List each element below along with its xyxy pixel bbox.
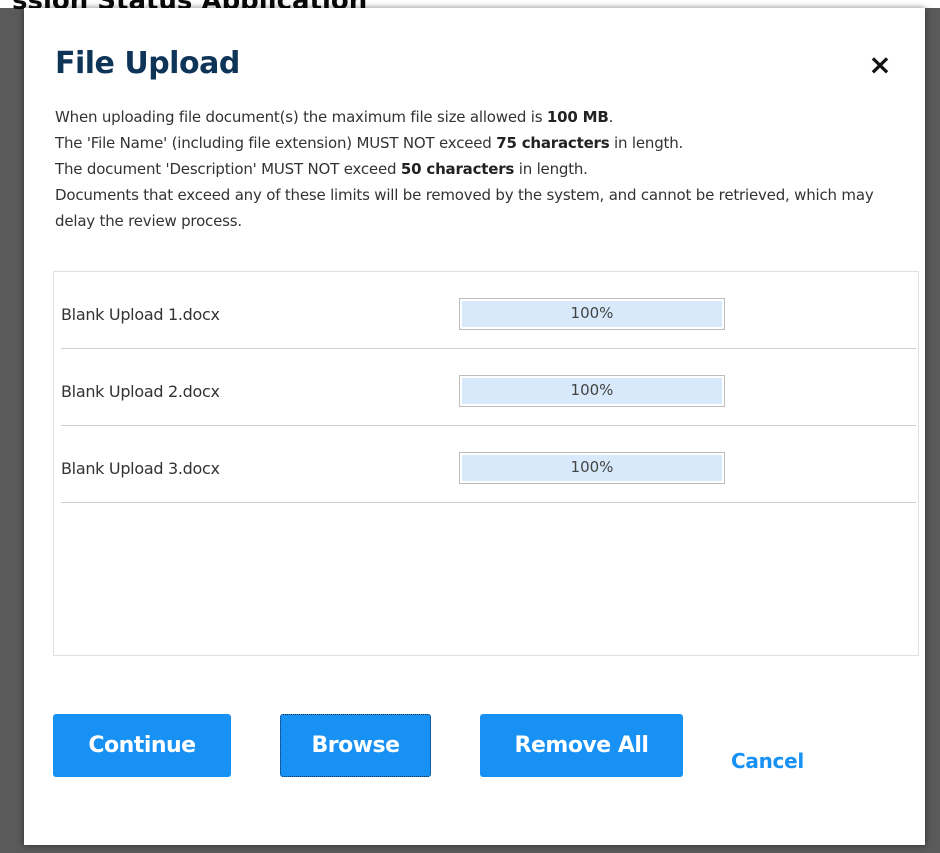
file-upload-dialog: File Upload × When uploading file docume… bbox=[24, 8, 925, 845]
upload-instructions: When uploading file document(s) the maxi… bbox=[55, 104, 875, 234]
file-name: Blank Upload 2.docx bbox=[61, 382, 220, 401]
instruction-filename-length: The 'File Name' (including file extensio… bbox=[55, 134, 684, 152]
continue-button[interactable]: Continue bbox=[53, 714, 231, 777]
instruction-description-length: The document 'Description' MUST NOT exce… bbox=[55, 160, 588, 178]
progress-label: 100% bbox=[570, 381, 614, 399]
upload-progress-bar: 100% bbox=[459, 452, 725, 484]
remove-all-button[interactable]: Remove All bbox=[480, 714, 683, 777]
instruction-removal-warning: Documents that exceed any of these limit… bbox=[55, 186, 874, 230]
browse-button[interactable]: Browse bbox=[280, 714, 431, 777]
close-button[interactable]: × bbox=[865, 50, 895, 80]
progress-label: 100% bbox=[570, 458, 614, 476]
file-row: Blank Upload 1.docx 100% bbox=[61, 272, 916, 349]
close-icon: × bbox=[868, 48, 892, 81]
dialog-title: File Upload bbox=[55, 46, 240, 81]
instruction-size: When uploading file document(s) the maxi… bbox=[55, 108, 614, 126]
file-row: Blank Upload 3.docx 100% bbox=[61, 426, 916, 503]
uploaded-files-list: Blank Upload 1.docx 100% Blank Upload 2.… bbox=[53, 271, 919, 656]
cancel-link[interactable]: Cancel bbox=[731, 749, 804, 773]
upload-progress-bar: 100% bbox=[459, 375, 725, 407]
file-name: Blank Upload 1.docx bbox=[61, 305, 220, 324]
file-name: Blank Upload 3.docx bbox=[61, 459, 220, 478]
file-row: Blank Upload 2.docx 100% bbox=[61, 349, 916, 426]
upload-progress-bar: 100% bbox=[459, 298, 725, 330]
progress-label: 100% bbox=[570, 304, 614, 322]
